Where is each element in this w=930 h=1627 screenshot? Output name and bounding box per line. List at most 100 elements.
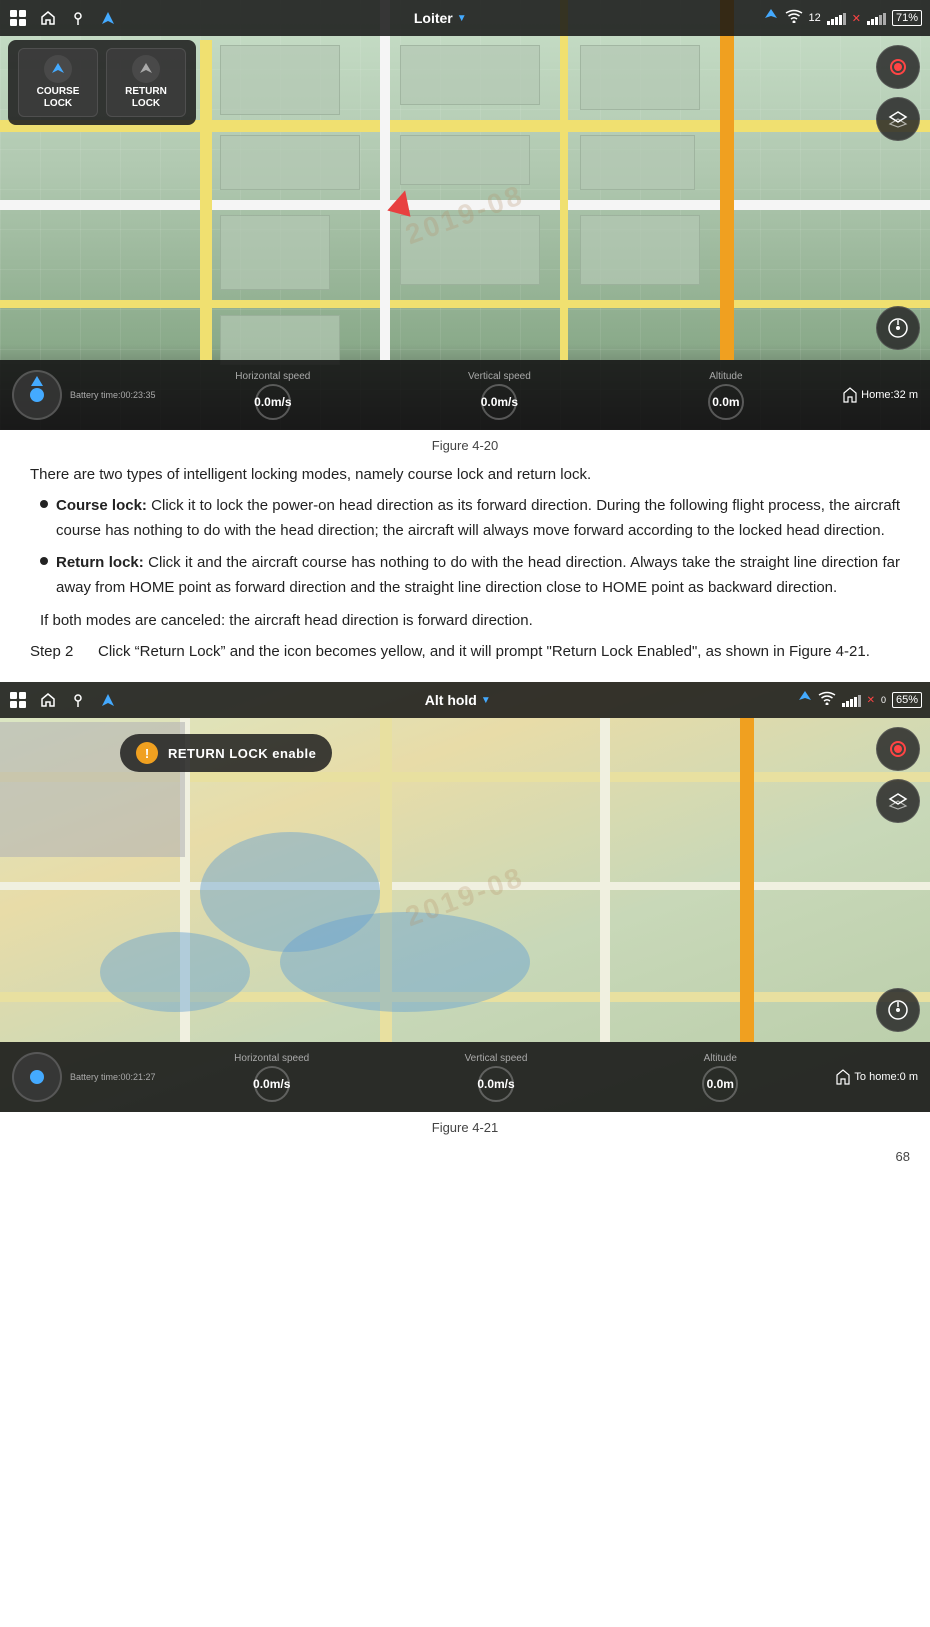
figure-21-screenshot: 2019-08 Alt hold ▼	[0, 682, 930, 1112]
course-lock-label: COURSELOCK	[37, 86, 80, 110]
course-lock-button[interactable]: COURSELOCK	[18, 48, 98, 117]
panel-buttons-row: COURSELOCK RETURNLOCK	[18, 48, 186, 117]
horizontal-speed-value: 0.0m/s	[254, 395, 291, 409]
signal-icon-21	[818, 691, 836, 709]
bullet-1-content: Click it to lock the power-on head direc…	[56, 497, 900, 539]
figure-20-screenshot: 2019-08 Loiter	[0, 0, 930, 430]
map-view-20: 2019-08 Loiter	[0, 0, 930, 430]
map-pin-icon	[68, 8, 88, 28]
joystick-left-21[interactable]	[12, 1052, 62, 1102]
building-7	[580, 135, 695, 190]
water-2	[280, 912, 530, 1012]
joystick-arrow	[31, 376, 43, 386]
flight-mode-label: Loiter	[414, 10, 453, 26]
horizontal-speed-stat-21: Horizontal speed 0.0m/s	[164, 1053, 380, 1102]
topbar-20: Loiter ▼ 12 ✕	[0, 0, 930, 36]
both-modes-paragraph: If both modes are canceled: the aircraft…	[40, 609, 900, 634]
signal-bars	[827, 11, 846, 25]
toast-text: RETURN LOCK enable	[168, 746, 316, 761]
course-lock-icon	[44, 55, 72, 83]
nav-icon-21	[98, 690, 118, 710]
mode-dropdown-arrow-21[interactable]: ▼	[481, 695, 491, 706]
return-lock-icon	[132, 55, 160, 83]
altitude-value-21: 0.0m	[707, 1077, 734, 1091]
x-icon-21: ✕	[867, 695, 875, 706]
vertical-speed-ring-21: 0.0m/s	[478, 1066, 514, 1102]
topbar-left-icons	[8, 8, 118, 28]
bullet-1-label: Course lock:	[56, 497, 147, 514]
home-icon-21	[38, 690, 58, 710]
topbar-right-icons: 12 ✕ 71%	[763, 8, 923, 28]
text-content: There are two types of intelligent locki…	[0, 459, 930, 682]
bullet-dot-1	[40, 500, 48, 508]
horizontal-speed-ring-21: 0.0m/s	[254, 1066, 290, 1102]
joystick-left[interactable]	[12, 370, 62, 420]
road-vertical-1	[200, 40, 212, 360]
bullet-2-content: Click it and the aircraft course has not…	[56, 554, 900, 596]
joystick-dot-21	[30, 1070, 44, 1084]
return-lock-label: RETURNLOCK	[125, 86, 167, 110]
topbar-21-center: Alt hold ▼	[118, 692, 798, 708]
bullet-1-text: Course lock: Click it to lock the power-…	[56, 494, 900, 544]
camera-button[interactable]	[876, 45, 920, 89]
battery-indicator-21: 65%	[892, 692, 922, 708]
vertical-speed-label-21: Vertical speed	[465, 1053, 528, 1064]
battery-time-20: Battery time:00:23:35	[70, 390, 156, 400]
step-2-line: Step 2 Click “Return Lock” and the icon …	[30, 640, 900, 665]
home-distance-value-21: To home:0 m	[854, 1071, 918, 1083]
x-icon: ✕	[852, 12, 861, 25]
home-distance-stat-21: To home:0 m	[836, 1068, 918, 1086]
home-icon	[38, 8, 58, 28]
road-vertical-3	[560, 0, 568, 360]
altitude-label-21: Altitude	[704, 1053, 737, 1064]
camera-button-21[interactable]	[876, 727, 920, 771]
topbar-21-right: ✕ 0 65%	[798, 690, 922, 710]
compass-button-21[interactable]	[876, 988, 920, 1032]
lock-mode-panel: COURSELOCK RETURNLOCK	[8, 40, 196, 125]
mode-dropdown-arrow[interactable]: ▼	[457, 13, 467, 24]
bullet-2-text: Return lock: Click it and the aircraft c…	[56, 551, 900, 601]
bullet-dot-2	[40, 557, 48, 565]
return-lock-button[interactable]: RETURNLOCK	[106, 48, 186, 117]
road-horizontal-3	[0, 300, 930, 308]
map-view-21: 2019-08 Alt hold ▼	[0, 682, 930, 1112]
topbar-center: Loiter ▼	[118, 10, 763, 26]
topbar-21-left	[8, 690, 118, 710]
signal-bars-21	[842, 693, 861, 707]
layers-button[interactable]	[876, 97, 920, 141]
step-2-label: Step 2	[30, 640, 90, 665]
bottom-bar-21: Battery time:00:21:27 Horizontal speed 0…	[0, 1042, 930, 1112]
flight-mode-label-21: Alt hold	[425, 692, 477, 708]
return-lock-toast: ! RETURN LOCK enable	[120, 734, 332, 772]
vertical-speed-label: Vertical speed	[468, 371, 531, 382]
figure-21-caption: Figure 4-21	[0, 1120, 930, 1135]
building-6	[580, 45, 700, 110]
signal-bars-2	[867, 11, 886, 25]
home-distance-value: Home:32 m	[861, 389, 918, 401]
toast-icon: !	[136, 742, 158, 764]
road-v-21-3	[600, 718, 610, 1042]
water-3	[100, 932, 250, 1012]
compass-button[interactable]	[876, 306, 920, 350]
building-1	[220, 45, 340, 115]
layers-button-21[interactable]	[876, 779, 920, 823]
drone-marker	[390, 190, 414, 214]
superscript-0-21: 0	[881, 695, 886, 705]
altitude-ring: 0.0m	[708, 384, 744, 420]
vertical-speed-stat: Vertical speed 0.0m/s	[390, 371, 609, 420]
gps-icon-21	[798, 690, 812, 710]
vertical-speed-stat-21: Vertical speed 0.0m/s	[388, 1053, 604, 1102]
bottom-bar-20: Battery time:00:23:35 Horizontal speed 0…	[0, 360, 930, 430]
joystick-dot	[30, 388, 44, 402]
horizontal-speed-label: Horizontal speed	[235, 371, 310, 382]
bullet-2-label: Return lock:	[56, 554, 144, 571]
building-5	[220, 215, 330, 290]
bullet-item-1: Course lock: Click it to lock the power-…	[40, 494, 900, 544]
map-pin-icon-21	[68, 690, 88, 710]
bullet-item-2: Return lock: Click it and the aircraft c…	[40, 551, 900, 601]
topbar-21: Alt hold ▼ ✕ 0 65%	[0, 682, 930, 718]
building-2	[400, 45, 540, 105]
road-h-21-2	[0, 882, 930, 890]
horizontal-speed-stat: Horizontal speed 0.0m/s	[164, 371, 383, 420]
page-number: 68	[0, 1141, 930, 1176]
